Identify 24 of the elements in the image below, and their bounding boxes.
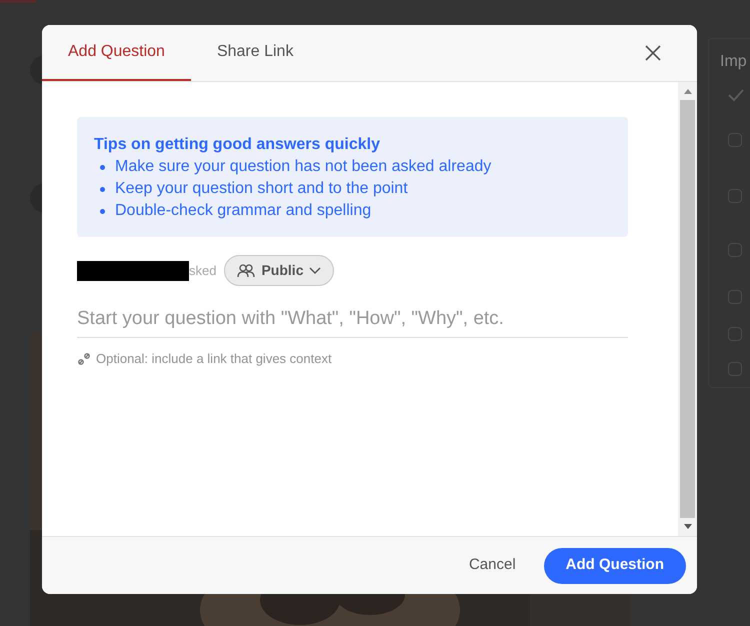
checkmark-icon[interactable] (728, 88, 744, 102)
bullet-icon (100, 208, 105, 214)
scrollbar[interactable] (678, 82, 697, 536)
people-icon (237, 264, 256, 278)
scroll-up-icon[interactable] (684, 89, 692, 94)
close-icon[interactable] (645, 45, 661, 61)
add-question-button[interactable]: Add Question (544, 548, 686, 584)
tip-text: Make sure your question has not been asked already (115, 157, 492, 177)
tab[interactable]: Add Question (42, 25, 191, 81)
tip-text: Keep your question short and to the point (115, 179, 408, 199)
author-text: sked (189, 262, 216, 280)
column-header: Imp (720, 52, 747, 72)
question-field[interactable]: Start your question with "What", "How", "Why", etc. (77, 300, 628, 338)
audience-dropdown[interactable]: Public (224, 255, 334, 286)
cancel-button[interactable]: Cancel (460, 548, 524, 584)
tab[interactable]: Share Link (190, 25, 320, 81)
tips-title: Tips on getting good answers quickly (94, 135, 381, 155)
tip-text: Double-check grammar and spelling (115, 201, 372, 221)
scrollbar-thumb[interactable] (680, 100, 695, 518)
scroll-down-icon[interactable] (684, 524, 692, 529)
link-icon (77, 352, 91, 366)
bullet-icon (100, 186, 105, 192)
chevron-down-icon (309, 266, 322, 274)
bullet-icon (100, 164, 105, 170)
